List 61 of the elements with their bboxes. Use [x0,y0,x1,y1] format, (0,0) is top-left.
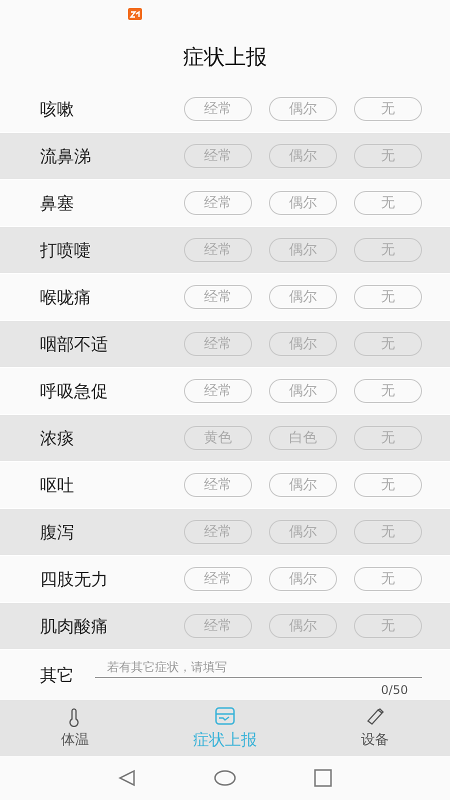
option-button[interactable]: 偶尔 [269,520,337,544]
option-button[interactable]: 黄色 [184,426,252,450]
symptom-label: 流鼻涕 [39,146,92,168]
tab[interactable]: 体温 [0,700,150,756]
option-button[interactable]: 偶尔 [269,567,337,591]
character-counter: 0/50 [381,683,408,697]
symptom-label: 腹泻 [39,522,75,544]
option-button[interactable]: 偶尔 [269,191,337,215]
option-button[interactable]: 经常 [184,332,252,356]
option-button[interactable]: 经常 [184,97,252,121]
other-label: 其它 [40,665,74,687]
symptom-label: 呼吸急促 [39,380,109,402]
symptom-label: 四肢无力 [39,568,109,590]
option-button[interactable]: 无 [354,473,422,497]
symptom-label: 浓痰 [39,428,75,450]
option-button[interactable]: 偶尔 [269,97,337,121]
symptom-label: 打喷嚏 [39,240,92,262]
option-button[interactable]: 偶尔 [269,332,337,356]
symptom-label: 咳嗽 [39,98,75,120]
option-button[interactable]: 无 [354,97,422,121]
option-button[interactable]: 经常 [184,567,252,591]
app-notification-icon [128,8,142,20]
option-button[interactable]: 无 [354,379,422,403]
option-button[interactable]: 无 [354,144,422,168]
other-symptom-field[interactable]: 若有其它症状，请填写 [95,656,422,678]
option-button[interactable]: 白色 [269,426,337,450]
option-button[interactable]: 经常 [184,473,252,497]
option-button[interactable]: 经常 [184,144,252,168]
recents-icon[interactable] [314,769,332,787]
inbox-icon [215,706,235,726]
option-button[interactable]: 偶尔 [269,285,337,309]
back-icon[interactable] [118,769,136,787]
option-button[interactable]: 无 [354,567,422,591]
option-button[interactable]: 经常 [184,285,252,309]
option-button[interactable]: 经常 [184,614,252,638]
option-button[interactable]: 偶尔 [269,238,337,262]
option-button[interactable]: 经常 [184,379,252,403]
option-button[interactable]: 偶尔 [269,379,337,403]
option-button[interactable]: 无 [354,285,422,309]
tab[interactable]: 设备 [300,700,450,756]
option-button[interactable]: 无 [354,191,422,215]
symptom-label: 喉咙痛 [39,286,92,308]
option-button[interactable]: 经常 [184,191,252,215]
option-button[interactable]: 经常 [184,520,252,544]
option-button[interactable]: 经常 [184,238,252,262]
option-button[interactable]: 无 [354,332,422,356]
device-icon [365,707,385,727]
option-button[interactable]: 无 [354,614,422,638]
option-button[interactable]: 偶尔 [269,473,337,497]
option-button[interactable]: 偶尔 [269,144,337,168]
symptom-label: 咽部不适 [39,334,109,356]
symptom-label: 呕吐 [39,474,75,496]
symptom-label: 肌肉酸痛 [39,616,109,638]
symptom-label: 鼻塞 [39,192,75,214]
option-button[interactable]: 无 [354,238,422,262]
tab[interactable]: 症状上报 [150,700,300,756]
option-button[interactable]: 无 [354,520,422,544]
option-button[interactable]: 偶尔 [269,614,337,638]
page-title: 症状上报 [183,44,267,71]
home-icon[interactable] [214,770,236,786]
option-button[interactable]: 无 [354,426,422,450]
